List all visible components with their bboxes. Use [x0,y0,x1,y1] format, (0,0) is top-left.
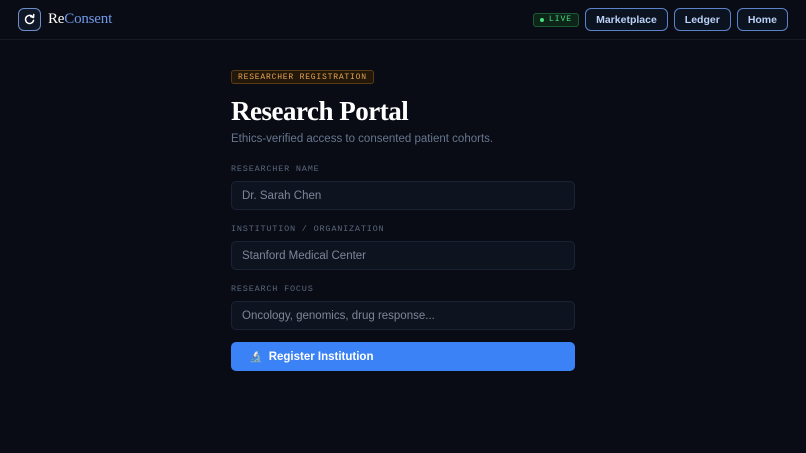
registration-form: RESEARCHER REGISTRATION Research Portal … [231,66,575,371]
researcher-name-input[interactable] [231,181,575,210]
institution-group: INSTITUTION / ORGANIZATION [231,224,575,270]
refresh-cycle-icon [18,8,41,31]
register-institution-button[interactable]: 🔬 Register Institution [231,342,575,371]
marketplace-button[interactable]: Marketplace [585,8,668,31]
live-label: LIVE [548,15,573,24]
page-subtitle: Ethics-verified access to consented pati… [231,133,494,145]
ledger-button[interactable]: Ledger [673,8,731,31]
researcher-name-group: RESEARCHER NAME [231,164,575,210]
institution-label: INSTITUTION / ORGANIZATION [231,224,385,234]
section-badge: RESEARCHER REGISTRATION [231,70,374,84]
brand-name: ReConsent [48,11,112,28]
research-focus-group: RESEARCH FOCUS [231,284,575,330]
brand-prefix: Re [48,11,65,27]
microscope-icon: 🔬 [249,351,263,363]
researcher-name-label: RESEARCHER NAME [231,164,320,174]
research-focus-label: RESEARCH FOCUS [231,284,314,294]
brand[interactable]: ReConsent [18,8,112,31]
register-button-label: Register Institution [268,350,374,363]
home-button[interactable]: Home [736,8,788,31]
page-title: Research Portal [231,96,409,126]
live-status-badge: LIVE [532,12,580,27]
status-dot-icon [539,17,544,22]
research-focus-input[interactable] [231,301,575,330]
institution-input[interactable] [231,241,575,270]
nav-links: LIVE Marketplace Ledger Home [532,8,788,31]
brand-suffix: Consent [64,11,113,27]
top-navigation-bar: ReConsent LIVE Marketplace Ledger Home [0,0,806,40]
